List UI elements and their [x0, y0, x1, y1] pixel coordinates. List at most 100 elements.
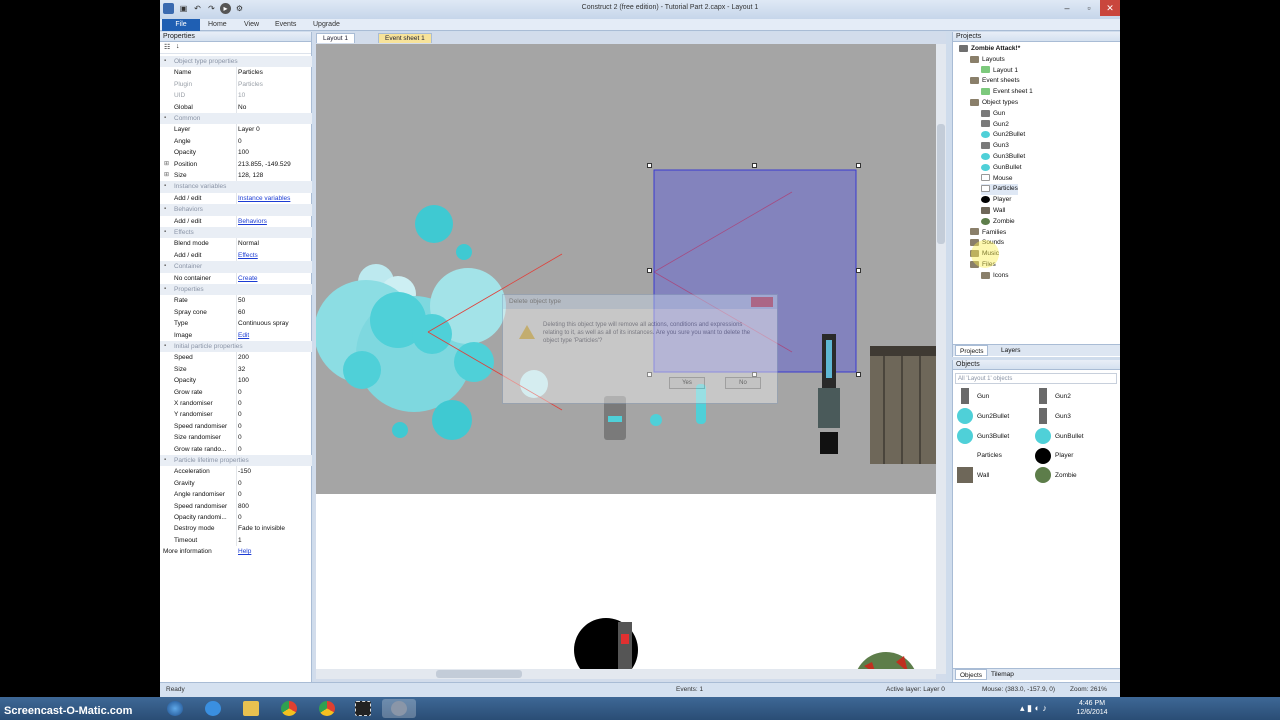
property-row[interactable]: Opacity randomi... 0 [160, 512, 312, 524]
chrome-icon[interactable] [272, 699, 306, 718]
property-row[interactable]: Acceleration -150 [160, 466, 312, 478]
property-row[interactable]: Size randomiser 0 [160, 432, 312, 444]
layout-canvas[interactable]: Delete object type Deleting this object … [316, 44, 936, 674]
property-row[interactable]: Rate 50 [160, 295, 312, 307]
property-row[interactable]: Add / edit Behaviors [160, 215, 312, 227]
expand-toggle-icon[interactable]: ▪ [164, 455, 166, 466]
undo-icon[interactable]: ↶ [192, 3, 203, 14]
property-row[interactable]: UID 10 [160, 90, 312, 102]
tab-home[interactable]: Home [208, 19, 227, 31]
property-row[interactable]: Opacity 100 [160, 147, 312, 159]
property-category[interactable]: ▪ Particle lifetime properties [160, 455, 312, 467]
object-list-item[interactable]: Gun [957, 388, 989, 406]
project-tree-item[interactable]: Object types [970, 98, 1018, 109]
property-row[interactable]: Global No [160, 101, 312, 113]
property-row[interactable]: Add / edit Instance variables [160, 192, 312, 205]
resize-handle-n[interactable] [752, 163, 757, 168]
property-link[interactable]: Help [238, 546, 312, 557]
tab-layout-1[interactable]: Layout 1 [316, 33, 355, 43]
project-tree-item[interactable]: Gun2Bullet [981, 130, 1025, 141]
object-list-item[interactable]: Player [1035, 447, 1073, 465]
property-link[interactable]: Create [238, 273, 312, 284]
project-tree-item[interactable]: Layouts [970, 55, 1005, 66]
property-row[interactable]: ⊞ Position 213.855, -149.529 [160, 158, 312, 170]
vertical-scroll-thumb[interactable] [937, 124, 945, 244]
objects-filter[interactable]: All 'Layout 1' objects [955, 373, 1117, 384]
redo-icon[interactable]: ↷ [206, 3, 217, 14]
property-category[interactable]: ▪ Properties [160, 284, 312, 296]
vertical-scrollbar[interactable] [936, 44, 946, 674]
sort-alpha-icon[interactable]: ↓ [176, 43, 180, 50]
dialog-no-button[interactable]: No [725, 377, 761, 389]
project-tree-item[interactable]: Gun3 [981, 141, 1009, 152]
tab-objects[interactable]: Objects [955, 669, 988, 680]
tray-icons[interactable]: ▴ ▮ ◐ ♪ [1020, 703, 1047, 714]
project-tree-item[interactable]: Zombie [981, 217, 1015, 228]
expand-toggle-icon[interactable]: ▪ [164, 261, 166, 272]
expand-toggle-icon[interactable]: ▪ [164, 181, 166, 192]
horizontal-scrollbar[interactable] [316, 669, 936, 679]
snipping-tool-icon[interactable] [346, 699, 380, 718]
property-row[interactable]: Type Continuous spray [160, 318, 312, 330]
property-row[interactable]: Name Particles [160, 67, 312, 79]
object-list-item[interactable]: Gun3 [1035, 408, 1071, 426]
tab-layers[interactable]: Layers [997, 345, 1025, 356]
property-row[interactable]: Speed randomiser 800 [160, 500, 312, 512]
property-category[interactable]: ▪ Behaviors [160, 204, 312, 216]
maximize-button[interactable]: ▫ [1078, 0, 1100, 16]
tab-event-sheet-1[interactable]: Event sheet 1 [378, 33, 432, 43]
object-list-item[interactable]: Gun2 [1035, 388, 1071, 406]
internet-explorer-icon[interactable] [196, 699, 230, 718]
property-row[interactable]: Timeout 1 [160, 534, 312, 547]
dialog-close-button[interactable] [751, 297, 773, 307]
property-row[interactable]: Speed 200 [160, 352, 312, 364]
property-row[interactable]: Angle 0 [160, 135, 312, 148]
object-list-item[interactable]: Gun2Bullet [957, 408, 1009, 426]
expand-toggle-icon[interactable]: ▪ [164, 227, 166, 238]
project-tree-item[interactable]: Mouse [981, 174, 1013, 185]
property-row[interactable]: Y randomiser 0 [160, 409, 312, 421]
close-button[interactable]: ✕ [1100, 0, 1120, 16]
expand-toggle-icon[interactable]: ▪ [164, 204, 166, 215]
property-row[interactable]: Gravity 0 [160, 477, 312, 490]
save-icon[interactable]: ▣ [178, 3, 189, 14]
tab-projects[interactable]: Projects [955, 345, 989, 356]
file-explorer-icon[interactable] [234, 699, 268, 718]
resize-handle-w[interactable] [647, 268, 652, 273]
property-row[interactable]: No container Create [160, 272, 312, 284]
property-category[interactable]: ▪ Object type properties [160, 56, 312, 68]
property-row[interactable]: X randomiser 0 [160, 398, 312, 410]
project-tree-item[interactable]: GunBullet [981, 163, 1022, 174]
project-tree-item[interactable]: Families [970, 228, 1006, 239]
project-tree-item[interactable]: Wall [981, 206, 1005, 217]
project-tree-item[interactable]: Icons [981, 271, 1009, 282]
property-row[interactable]: Speed randomiser 0 [160, 420, 312, 433]
property-row[interactable]: Destroy mode Fade to invisible [160, 523, 312, 535]
object-list-item[interactable]: Zombie [1035, 467, 1077, 485]
horizontal-scroll-thumb[interactable] [436, 670, 522, 678]
tab-file[interactable]: File [162, 19, 200, 31]
object-list-item[interactable]: Wall [957, 467, 989, 485]
project-tree-item[interactable]: Zombie Attack!* [959, 44, 1020, 55]
object-list-item[interactable]: GunBullet [1035, 427, 1084, 446]
tab-events[interactable]: Events [275, 19, 296, 31]
dialog-yes-button[interactable]: Yes [669, 377, 705, 389]
tab-view[interactable]: View [244, 19, 259, 31]
property-category[interactable]: ▪ Common [160, 113, 312, 125]
property-row[interactable]: Opacity 100 [160, 375, 312, 387]
tray-clock[interactable]: 4:46 PM 12/6/2014 [1072, 699, 1112, 717]
gear-icon[interactable]: ⚙ [234, 3, 245, 14]
property-row[interactable]: Plugin Particles [160, 78, 312, 91]
property-row[interactable]: Size 32 [160, 363, 312, 376]
resize-handle-se[interactable] [856, 372, 861, 377]
chrome-app-icon[interactable] [310, 699, 344, 718]
tab-tilemap[interactable]: Tilemap [987, 669, 1018, 680]
property-row[interactable]: Grow rate rando... 0 [160, 443, 312, 455]
property-row[interactable]: Image Edit [160, 329, 312, 341]
property-row[interactable]: Add / edit Effects [160, 249, 312, 262]
property-row[interactable]: Grow rate 0 [160, 386, 312, 398]
project-tree-item[interactable]: Player [981, 195, 1011, 206]
minimize-button[interactable]: – [1056, 0, 1078, 16]
expand-toggle-icon[interactable]: ▪ [164, 284, 166, 295]
property-category[interactable]: ▪ Instance variables [160, 181, 312, 193]
